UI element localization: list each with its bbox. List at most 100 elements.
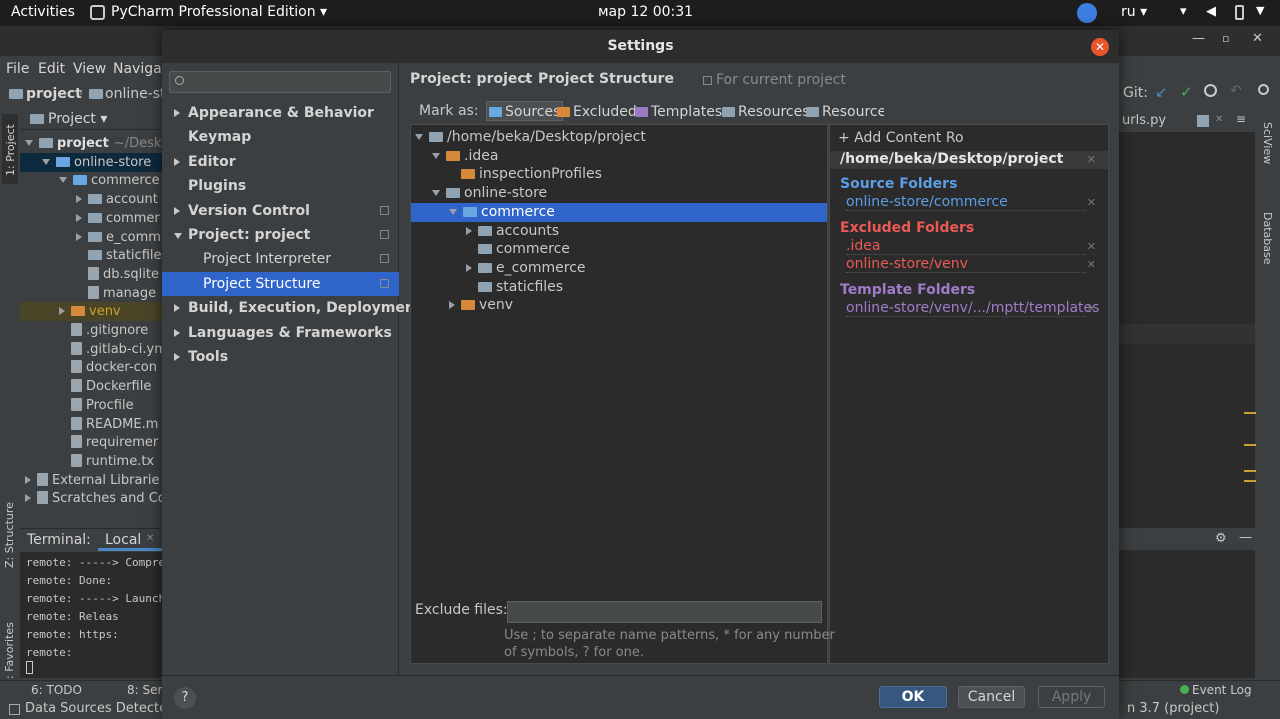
remove-folder-icon[interactable]: ✕: [1087, 258, 1096, 271]
project-tree-item[interactable]: Dockerfile: [20, 377, 162, 396]
breadcrumb-project[interactable]: project: [26, 86, 82, 102]
tool-tab-sciview[interactable]: SciView: [1261, 122, 1274, 164]
content-tree-item[interactable]: inspectionProfiles: [411, 165, 827, 184]
terminal-output[interactable]: remote: -----> Compre remote: Done: remot…: [20, 552, 162, 678]
project-tree-item[interactable]: External Librarie: [20, 471, 162, 490]
dialog-close-button[interactable]: ✕: [1091, 38, 1109, 56]
project-tree-item[interactable]: commerce: [20, 171, 162, 190]
wifi-icon[interactable]: ▾: [1180, 4, 1187, 19]
add-content-root-button[interactable]: + Add Content Root: [838, 130, 964, 146]
mark-as-resources-button[interactable]: Resources: [806, 102, 884, 122]
collapse-arrow-icon[interactable]: [174, 109, 180, 117]
project-tree-item[interactable]: online-store: [20, 152, 162, 172]
collapse-arrow-icon[interactable]: [174, 206, 180, 215]
settings-nav-item[interactable]: Build, Execution, Deployment: [162, 296, 422, 320]
remove-root-icon[interactable]: ✕: [1087, 153, 1096, 166]
expand-arrow-icon[interactable]: [432, 152, 440, 159]
content-tree-item[interactable]: e_commerce: [411, 259, 827, 278]
tool-tab-structure[interactable]: Z: Structure: [3, 502, 16, 568]
content-tree-item[interactable]: commerce: [411, 240, 827, 259]
settings-nav-item[interactable]: Project: project: [162, 223, 399, 247]
ok-button[interactable]: OK: [879, 686, 947, 708]
help-button[interactable]: ?: [174, 687, 196, 709]
project-tree-item[interactable]: e_comm: [20, 228, 162, 247]
collapse-arrow-icon[interactable]: [76, 213, 82, 222]
rollback-icon[interactable]: ↶: [1230, 83, 1242, 99]
collapse-arrow-icon[interactable]: [466, 226, 472, 235]
settings-nav-item[interactable]: Tools: [162, 345, 399, 369]
settings-nav-item[interactable]: Appearance & Behavior: [162, 101, 399, 125]
content-tree-item[interactable]: online-store: [411, 184, 827, 203]
project-tree-item[interactable]: Scratches and Co: [20, 489, 162, 508]
maximize-button[interactable]: ▫: [1222, 32, 1229, 45]
expand-arrow-icon[interactable]: [42, 158, 50, 165]
language-indicator[interactable]: ru ▾: [1121, 4, 1147, 20]
project-tree-item[interactable]: commer: [20, 209, 162, 228]
settings-nav-item[interactable]: Version Control: [162, 199, 399, 223]
battery-icon[interactable]: [1235, 5, 1244, 20]
content-tree-item[interactable]: staticfiles: [411, 278, 827, 297]
history-icon[interactable]: [1204, 84, 1217, 97]
collapse-arrow-icon[interactable]: [466, 263, 472, 272]
minimize-button[interactable]: —: [1192, 31, 1205, 46]
project-tree-item[interactable]: db.sqlite: [20, 265, 162, 284]
volume-icon[interactable]: ◀: [1206, 4, 1216, 19]
expand-arrow-icon[interactable]: [59, 177, 67, 184]
content-root-tree[interactable]: /home/beka/Desktop/project .idea inspectio…: [410, 124, 828, 664]
tab-list-icon[interactable]: ≡: [1236, 112, 1246, 126]
menu-navigate[interactable]: Navigat: [113, 61, 167, 77]
close-window-button[interactable]: ✕: [1252, 31, 1263, 46]
collapse-arrow-icon[interactable]: [449, 301, 455, 310]
project-tree-item[interactable]: staticfile: [20, 246, 162, 265]
content-root-folder-entry[interactable]: online-store/commerce: [846, 194, 1086, 211]
settings-nav-item[interactable]: Keymap: [162, 125, 399, 149]
project-tree-item[interactable]: README.m: [20, 415, 162, 434]
mark-as-excluded-button[interactable]: Excluded: [557, 102, 637, 122]
expand-arrow-icon[interactable]: [415, 134, 423, 140]
expand-arrow-icon[interactable]: [174, 233, 182, 239]
editor-area[interactable]: [1119, 132, 1256, 532]
project-tree-item[interactable]: docker-con: [20, 358, 162, 377]
remove-folder-icon[interactable]: ✕: [1087, 196, 1096, 209]
bottom-panel-content[interactable]: [1119, 550, 1255, 678]
update-project-icon[interactable]: ↙: [1155, 83, 1168, 101]
settings-nav-item[interactable]: Editor: [162, 150, 399, 174]
apply-button[interactable]: Apply: [1038, 686, 1105, 708]
collapse-arrow-icon[interactable]: [76, 232, 82, 241]
settings-search-input[interactable]: [169, 71, 391, 93]
todo-tab[interactable]: 6: TODO: [31, 683, 82, 697]
project-tree-item[interactable]: manage: [20, 284, 162, 303]
collapse-arrow-icon[interactable]: [174, 304, 180, 313]
collapse-arrow-icon[interactable]: [25, 475, 31, 484]
close-tab-icon[interactable]: ✕: [146, 533, 154, 544]
project-tree-item[interactable]: venv: [20, 302, 162, 322]
activities-button[interactable]: Activities: [11, 4, 75, 20]
commit-icon[interactable]: ✓: [1180, 83, 1193, 101]
editor-tab-urls[interactable]: urls.py: [1122, 113, 1166, 128]
collapse-arrow-icon[interactable]: [174, 328, 180, 337]
terminal-tab-local[interactable]: Local ✕: [98, 529, 162, 551]
content-tree-item[interactable]: /home/beka/Desktop/project: [411, 128, 827, 147]
project-tree-item[interactable]: .gitlab-ci.ym: [20, 340, 162, 359]
settings-nav-item[interactable]: Project Structure: [162, 271, 399, 296]
menu-edit[interactable]: Edit: [38, 61, 65, 77]
collapse-arrow-icon[interactable]: [25, 494, 31, 503]
mark-as-sources-button[interactable]: Sources: [486, 101, 564, 121]
close-tab-icon[interactable]: ✕: [1215, 114, 1223, 125]
content-root-folder-entry[interactable]: online-store/venv: [846, 256, 1086, 273]
system-menu-arrow-icon[interactable]: ▼: [1256, 4, 1264, 17]
remove-folder-icon[interactable]: ✕: [1087, 302, 1096, 315]
breadcrumb-online-store[interactable]: online-st: [105, 86, 165, 102]
tool-tab-project[interactable]: 1: Project: [2, 114, 18, 184]
mark-as-templates-button[interactable]: Templates: [635, 102, 722, 122]
mark-as-resources-button[interactable]: Resources: [722, 102, 810, 122]
hide-panel-icon[interactable]: —: [1239, 530, 1252, 545]
content-root-folder-entry[interactable]: online-store/venv/.../mptt/templates: [846, 300, 1099, 317]
chrome-icon[interactable]: [1077, 3, 1097, 23]
collapse-arrow-icon[interactable]: [59, 307, 65, 316]
project-view-selector[interactable]: Project ▾: [48, 111, 107, 127]
clock[interactable]: мар 12 00:31: [598, 4, 693, 20]
menu-file[interactable]: File: [6, 61, 29, 77]
interpreter-status[interactable]: n 3.7 (project): [1127, 701, 1219, 716]
expand-arrow-icon[interactable]: [449, 208, 457, 215]
